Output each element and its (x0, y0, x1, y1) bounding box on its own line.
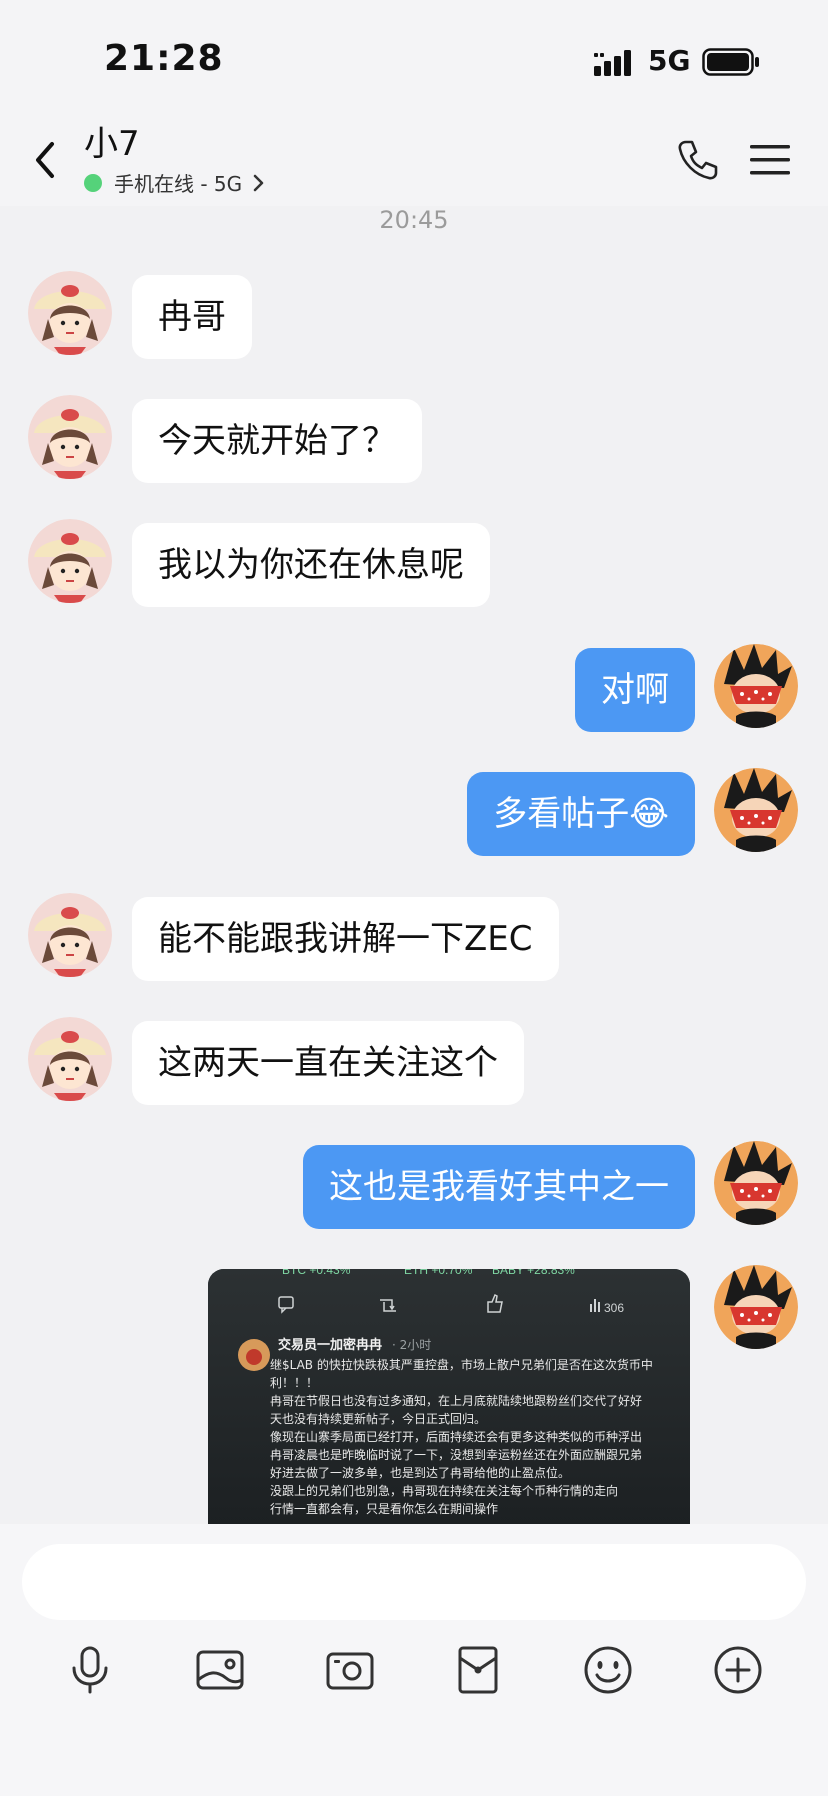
outgoing-message-bubble[interactable]: 这也是我看好其中之一 (303, 1145, 695, 1229)
post-body-line: 天也没有持续更新帖子，今日正式回归。 (270, 1411, 486, 1426)
microphone-icon[interactable] (62, 1642, 118, 1698)
online-status-text: 手机在线 - 5G (114, 172, 243, 196)
post-body-line: 像现在山寨季局面已经打开，后面持续还会有更多这种类似的币种浮出 (270, 1429, 642, 1444)
message-timestamp: 20:45 (379, 206, 449, 234)
screenshot-image: BTC +0.43% ETH +0.70% BABY +28.83% 306 交… (208, 1269, 690, 1524)
post-body-line: 利！！！ (270, 1376, 318, 1390)
contact-avatar[interactable] (28, 893, 112, 977)
my-avatar[interactable] (714, 768, 798, 852)
outgoing-message-bubble[interactable]: 对啊 (575, 648, 695, 732)
cellular-signal-icon (594, 50, 631, 76)
online-status[interactable]: 手机在线 - 5G (84, 168, 266, 197)
back-arrow-icon[interactable] (30, 138, 60, 182)
post-body-line: 冉哥在节假日也没有过多通知，在上月底就陆续地跟粉丝们交代了好好 (270, 1393, 642, 1408)
post-body-line: 冉哥凌晨也是昨晚临时说了一下，没想到幸运粉丝还在外面应酬跟兄弟 (270, 1447, 642, 1462)
post-author: 交易员一加密冉冉 (278, 1337, 382, 1353)
status-time: 21:28 (104, 38, 224, 79)
incoming-message-bubble[interactable]: 这两天一直在关注这个 (132, 1021, 524, 1105)
red-packet-icon[interactable] (450, 1642, 506, 1698)
online-dot-icon (84, 173, 102, 192)
input-area (0, 1524, 828, 1796)
incoming-message-bubble[interactable]: 我以为你还在休息呢 (132, 523, 490, 607)
ticker-btc: BTC +0.43% (282, 1269, 351, 1277)
phone-call-icon[interactable] (676, 138, 720, 182)
incoming-message-bubble[interactable]: 冉哥 (132, 275, 252, 359)
outgoing-message-bubble[interactable]: 多看帖子😂 (467, 772, 695, 856)
ticker-baby: BABY +28.83% (492, 1269, 575, 1277)
post-body-line: 好进去做了一波多单，也是到达了冉哥给他的止盈点位。 (270, 1465, 570, 1480)
contact-avatar[interactable] (28, 1017, 112, 1101)
image-icon[interactable] (192, 1642, 248, 1698)
contact-avatar[interactable] (28, 395, 112, 479)
chevron-right-icon (253, 174, 264, 191)
plus-icon[interactable] (710, 1642, 766, 1698)
incoming-message-bubble[interactable]: 能不能跟我讲解一下ZEC (132, 897, 559, 981)
my-avatar[interactable] (714, 1141, 798, 1225)
contact-name[interactable]: 小7 (84, 116, 140, 165)
battery-icon (702, 48, 759, 76)
post-body-line: 继$LAB 的快拉快跌极其严重控盘，市场上散户兄弟们是否在这次货币中 (270, 1357, 653, 1372)
post-body-line: 行情一直都会有，只是看你怎么在期间操作 (270, 1501, 498, 1516)
my-avatar[interactable] (714, 1265, 798, 1349)
message-list[interactable]: 20:45 冉哥 今天就开始了？ 我以为你还在休息呢 对啊 多看帖子😂 能不能跟… (0, 206, 828, 1524)
emoji-icon[interactable] (580, 1642, 636, 1698)
post-time: · 2小时 (392, 1338, 431, 1352)
ticker-eth: ETH +0.70% (404, 1269, 473, 1277)
network-type: 5G (648, 44, 691, 77)
post-body-line: 没跟上的兄弟们也别急，冉哥现在持续在关注每个币种行情的走向 (270, 1483, 618, 1498)
message-input[interactable] (22, 1544, 806, 1620)
camera-icon[interactable] (322, 1642, 378, 1698)
incoming-message-bubble[interactable]: 今天就开始了？ (132, 399, 422, 483)
contact-avatar[interactable] (28, 519, 112, 603)
status-bar: 21:28 5G (0, 0, 828, 120)
chat-header: 小7 手机在线 - 5G (0, 110, 828, 206)
view-count: 306 (604, 1301, 624, 1315)
image-message[interactable]: BTC +0.43% ETH +0.70% BABY +28.83% 306 交… (208, 1269, 690, 1524)
contact-avatar[interactable] (28, 271, 112, 355)
menu-icon[interactable] (748, 142, 792, 178)
my-avatar[interactable] (714, 644, 798, 728)
